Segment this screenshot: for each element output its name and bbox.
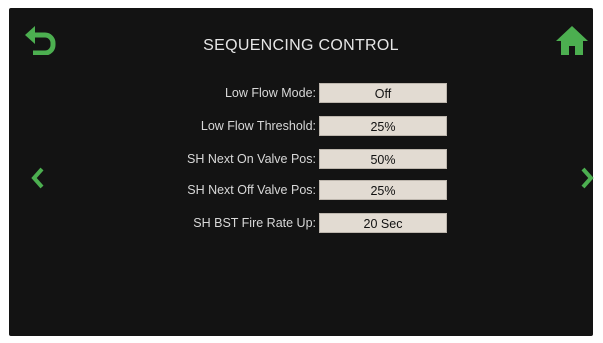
setting-value-field[interactable]: 50%: [319, 149, 447, 169]
setting-row-sh-bst-fire-rate-up: SH BST Fire Rate Up: 20 Sec: [9, 213, 593, 233]
setting-row-low-flow-mode: Low Flow Mode: Off: [9, 83, 593, 103]
home-icon[interactable]: [555, 24, 589, 56]
sequencing-control-screen: SEQUENCING CONTROL Low Flow Mode: Off Lo…: [9, 8, 594, 336]
setting-value-field[interactable]: 20 Sec: [319, 213, 447, 233]
setting-value-field[interactable]: 25%: [319, 116, 447, 136]
setting-label: SH BST Fire Rate Up:: [193, 216, 316, 230]
setting-row-sh-next-on-valve-pos: SH Next On Valve Pos: 50%: [9, 149, 593, 169]
setting-label: Low Flow Mode:: [224, 86, 316, 100]
setting-value-field[interactable]: Off: [319, 83, 447, 103]
setting-label: SH Next On Valve Pos:: [187, 152, 316, 166]
page-title: SEQUENCING CONTROL: [203, 37, 399, 54]
setting-value-field[interactable]: 25%: [319, 180, 447, 200]
setting-row-low-flow-threshold: Low Flow Threshold: 25%: [9, 116, 593, 136]
setting-label: SH Next Off Valve Pos:: [187, 183, 316, 197]
setting-row-sh-next-off-valve-pos: SH Next Off Valve Pos: 25%: [9, 180, 593, 200]
setting-label: Low Flow Threshold:: [200, 119, 316, 133]
